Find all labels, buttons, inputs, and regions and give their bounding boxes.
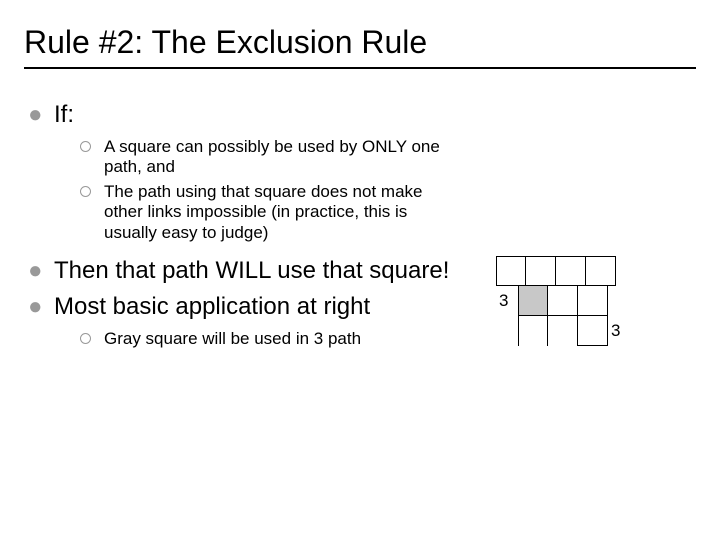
ring-bullet-icon: [80, 137, 104, 178]
bullet-then-text: Then that path WILL use that square!: [54, 257, 449, 285]
slide-title: Rule #2: The Exclusion Rule: [0, 0, 720, 67]
bullet-most-text: Most basic application at right: [54, 293, 370, 321]
sub-bullet: A square can possibly be used by ONLY on…: [80, 137, 450, 178]
row-label: 3: [496, 286, 518, 316]
grid-cell: [548, 286, 578, 316]
disc-bullet-icon: ●: [28, 293, 54, 321]
bullet-if-text: If:: [54, 101, 74, 129]
grid-cell: [496, 256, 526, 286]
ring-bullet-icon: [80, 182, 104, 243]
title-divider: [24, 67, 696, 69]
grid-row: 3: [496, 286, 630, 316]
grid-cell: [556, 256, 586, 286]
sub-bullet-text: A square can possibly be used by ONLY on…: [104, 137, 450, 178]
grid-cell-gray: [518, 286, 548, 316]
grid-row: [496, 256, 630, 286]
row-spacer: [496, 316, 518, 346]
grid-cell: [548, 316, 578, 346]
bullet-then: ● Then that path WILL use that square!: [28, 257, 450, 285]
grid-cell: [526, 256, 556, 286]
disc-bullet-icon: ●: [28, 101, 54, 129]
sub-bullet: The path using that square does not make…: [80, 182, 450, 243]
bullet-most: ● Most basic application at right: [28, 293, 450, 321]
disc-bullet-icon: ●: [28, 257, 54, 285]
sub-bullet: Gray square will be used in 3 path: [80, 329, 450, 349]
bullet-if: ● If:: [28, 101, 450, 129]
content-area: ● If: A square can possibly be used by O…: [0, 101, 450, 349]
grid-row: 3: [496, 316, 630, 346]
grid-cell: [518, 316, 548, 346]
grid-cell: [586, 256, 616, 286]
sub-bullet-text: Gray square will be used in 3 path: [104, 329, 361, 349]
grid-cell: [578, 316, 608, 346]
row-label: 3: [608, 316, 630, 346]
ring-bullet-icon: [80, 329, 104, 349]
example-grid: 3 3: [496, 256, 630, 346]
sub-bullet-text: The path using that square does not make…: [104, 182, 450, 243]
grid-cell: [578, 286, 608, 316]
